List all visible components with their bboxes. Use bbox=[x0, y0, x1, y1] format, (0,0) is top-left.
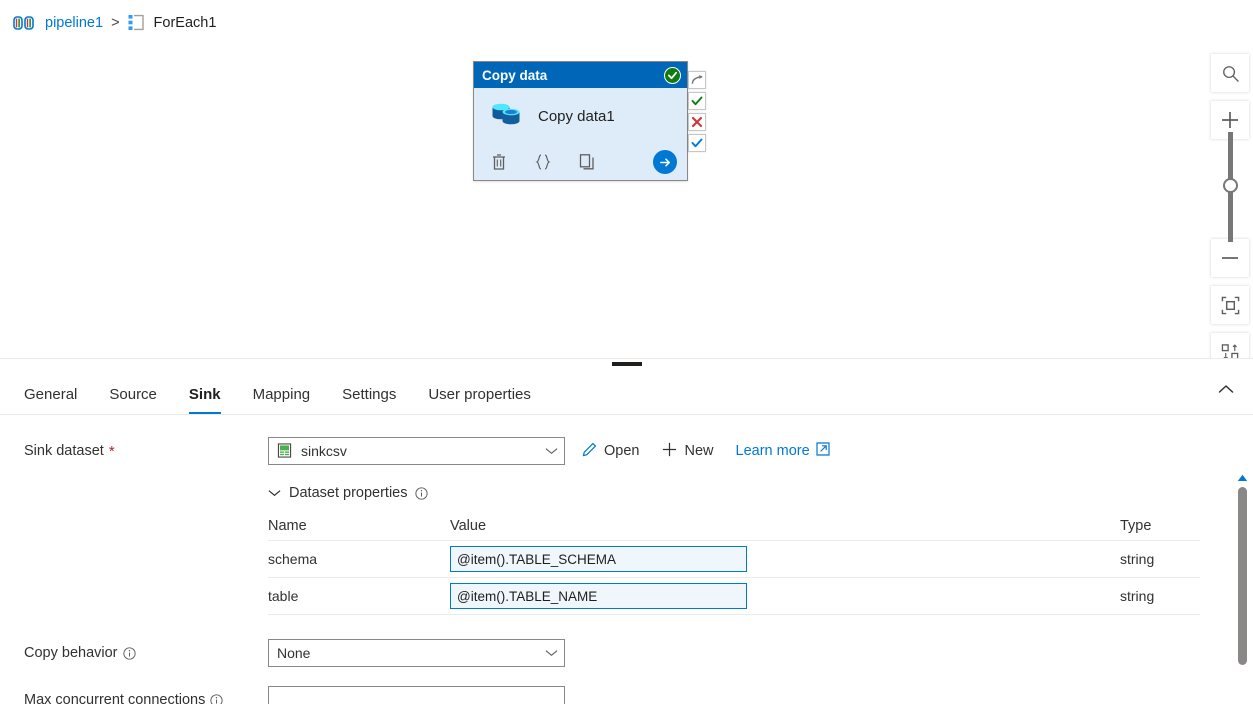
trash-icon[interactable] bbox=[488, 151, 510, 173]
pencil-icon bbox=[581, 441, 598, 462]
green-check-badge bbox=[664, 66, 681, 84]
info-icon[interactable] bbox=[415, 486, 429, 500]
skipped-connector[interactable] bbox=[688, 71, 706, 89]
dataset-properties-table: Name Value Type schema string table bbox=[268, 511, 1200, 615]
chevron-up-icon[interactable] bbox=[1213, 376, 1239, 402]
table-row: table string bbox=[268, 578, 1200, 615]
breadcrumb-separator: > bbox=[111, 14, 120, 31]
success-connector[interactable] bbox=[688, 92, 706, 110]
new-dataset-button[interactable]: New bbox=[661, 441, 714, 462]
canvas-toolbar bbox=[1211, 54, 1249, 358]
pipeline-canvas[interactable]: Copy data Copy data1 bbox=[0, 45, 1253, 358]
table-value-input[interactable] bbox=[450, 583, 747, 609]
sink-dataset-label: Sink dataset bbox=[24, 443, 104, 459]
column-header-name: Name bbox=[268, 517, 307, 534]
tab-general[interactable]: General bbox=[24, 386, 77, 414]
completion-connector[interactable] bbox=[688, 134, 706, 152]
property-value-cell bbox=[450, 583, 1120, 609]
node-header: Copy data bbox=[474, 62, 687, 88]
copy-behavior-row: Copy behavior None bbox=[0, 639, 1253, 667]
activity-properties-panel: General Source Sink Mapping Settings Use… bbox=[0, 358, 1253, 704]
required-marker: * bbox=[108, 442, 115, 460]
output-connectors bbox=[688, 71, 706, 152]
new-label: New bbox=[684, 443, 714, 459]
info-icon[interactable] bbox=[210, 693, 223, 704]
max-concurrent-connections-label: Max concurrent connections bbox=[24, 692, 206, 704]
panel-tab-bar: General Source Sink Mapping Settings Use… bbox=[0, 359, 1253, 415]
copy-behavior-value: None bbox=[277, 645, 311, 661]
property-name: table bbox=[268, 588, 299, 604]
duplicate-icon[interactable] bbox=[576, 151, 598, 173]
breadcrumb: pipeline1 > ForEach1 bbox=[0, 0, 1253, 45]
copy-behavior-label: Copy behavior bbox=[24, 645, 118, 661]
zoom-slider-thumb[interactable] bbox=[1223, 178, 1238, 193]
sink-dataset-label-group: Sink dataset * bbox=[24, 443, 268, 460]
breadcrumb-current-activity: ForEach1 bbox=[153, 14, 217, 31]
csv-dataset-icon bbox=[277, 443, 293, 459]
panel-content: Sink dataset * sinkcsv Open New Learn mo… bbox=[0, 415, 1253, 704]
sink-dataset-dropdown[interactable]: sinkcsv bbox=[268, 437, 565, 465]
property-value-cell bbox=[450, 546, 1120, 572]
copy-behavior-dropdown[interactable]: None bbox=[268, 639, 565, 667]
open-label: Open bbox=[604, 443, 640, 459]
dataset-action-links: Open New Learn more bbox=[581, 441, 852, 462]
copy-behavior-label-group: Copy behavior bbox=[24, 645, 268, 661]
fit-to-screen-button[interactable] bbox=[1211, 286, 1249, 324]
scroll-thumb[interactable] bbox=[1237, 487, 1247, 665]
tab-mapping[interactable]: Mapping bbox=[253, 386, 311, 414]
learn-more-link[interactable]: Learn more bbox=[736, 442, 830, 460]
table-header-row: Name Value Type bbox=[268, 511, 1200, 541]
plus-icon bbox=[661, 441, 678, 462]
zoom-slider[interactable] bbox=[1211, 132, 1249, 242]
node-action-bar bbox=[474, 144, 687, 180]
sink-dataset-value: sinkcsv bbox=[301, 443, 347, 459]
max-concurrent-connections-row: Max concurrent connections bbox=[0, 686, 1253, 704]
chevron-down-icon bbox=[545, 447, 558, 455]
tab-settings[interactable]: Settings bbox=[342, 386, 396, 414]
node-header-title: Copy data bbox=[482, 67, 548, 83]
pipeline-icon bbox=[12, 12, 36, 34]
activity-name: Copy data1 bbox=[538, 107, 615, 125]
node-body: Copy data1 bbox=[474, 88, 687, 144]
sink-dataset-row: Sink dataset * sinkcsv Open New Learn mo… bbox=[0, 437, 1253, 465]
search-icon[interactable] bbox=[1211, 54, 1249, 92]
property-name: schema bbox=[268, 551, 318, 567]
column-header-type: Type bbox=[1120, 517, 1152, 534]
info-icon[interactable] bbox=[122, 646, 136, 660]
code-braces-icon[interactable] bbox=[532, 151, 554, 173]
property-type: string bbox=[1120, 551, 1155, 567]
zoom-out-button[interactable] bbox=[1211, 239, 1249, 277]
arrow-right-circle-icon[interactable] bbox=[653, 150, 677, 174]
failure-connector[interactable] bbox=[688, 113, 706, 131]
tab-source[interactable]: Source bbox=[109, 386, 157, 414]
adf-pipeline-editor: pipeline1 > ForEach1 Copy data Copy data… bbox=[0, 0, 1253, 704]
foreach-icon bbox=[128, 14, 146, 32]
table-row: schema string bbox=[268, 541, 1200, 578]
auto-align-button[interactable] bbox=[1211, 333, 1249, 358]
external-link-icon bbox=[816, 442, 830, 460]
max-concurrent-label-group: Max concurrent connections bbox=[24, 692, 268, 704]
breadcrumb-pipeline-link[interactable]: pipeline1 bbox=[45, 15, 103, 31]
dataset-properties-label: Dataset properties bbox=[289, 485, 408, 501]
dataset-properties-section-header[interactable]: Dataset properties bbox=[268, 485, 1253, 501]
learn-more-label: Learn more bbox=[735, 443, 810, 459]
panel-scrollbar[interactable] bbox=[1234, 471, 1250, 704]
chevron-down-icon bbox=[268, 485, 281, 501]
column-header-value: Value bbox=[450, 517, 487, 534]
copy-data-icon bbox=[490, 98, 524, 135]
schema-value-input[interactable] bbox=[450, 546, 747, 572]
scroll-up-arrow-icon[interactable] bbox=[1234, 471, 1250, 485]
max-concurrent-connections-input[interactable] bbox=[268, 686, 565, 704]
property-type: string bbox=[1120, 588, 1155, 604]
tab-sink[interactable]: Sink bbox=[188, 386, 221, 414]
open-dataset-button[interactable]: Open bbox=[581, 441, 639, 462]
copy-data-activity-node[interactable]: Copy data Copy data1 bbox=[473, 61, 688, 181]
chevron-down-icon bbox=[545, 649, 558, 657]
tab-user-properties[interactable]: User properties bbox=[428, 386, 531, 414]
